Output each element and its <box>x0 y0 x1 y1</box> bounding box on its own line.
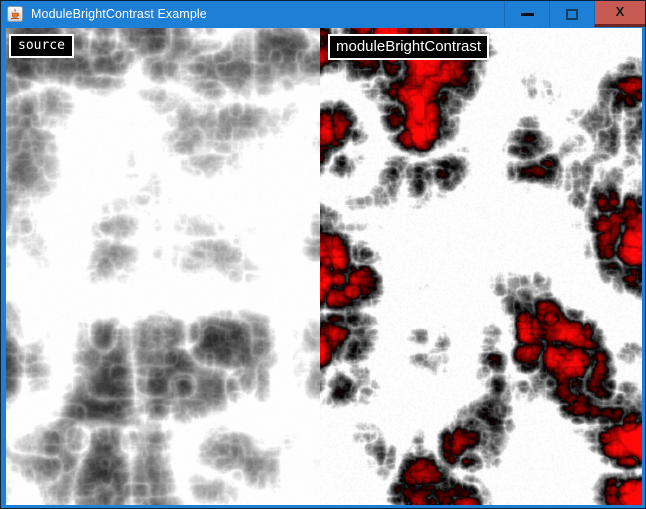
source-image-label: source <box>9 34 74 58</box>
minimize-icon <box>521 13 534 16</box>
maximize-icon <box>566 9 578 20</box>
close-button[interactable]: X <box>594 1 645 27</box>
source-image <box>6 28 320 505</box>
modulebrightcontrast-image <box>320 28 642 505</box>
window-controls: X <box>504 1 645 27</box>
java-coffee-cup-icon <box>7 6 23 22</box>
minimize-button[interactable] <box>504 1 549 27</box>
window-title: ModuleBrightContrast Example <box>31 7 207 21</box>
maximize-button[interactable] <box>549 1 594 27</box>
content-area: source moduleBrightContrast <box>6 28 642 505</box>
app-window: ModuleBrightContrast Example X source mo… <box>0 0 646 509</box>
modulebrightcontrast-image-panel: moduleBrightContrast <box>320 28 642 505</box>
titlebar[interactable]: ModuleBrightContrast Example X <box>1 1 645 27</box>
modulebrightcontrast-image-label: moduleBrightContrast <box>328 34 489 60</box>
close-icon: X <box>616 5 625 18</box>
source-image-panel: source <box>6 28 320 505</box>
